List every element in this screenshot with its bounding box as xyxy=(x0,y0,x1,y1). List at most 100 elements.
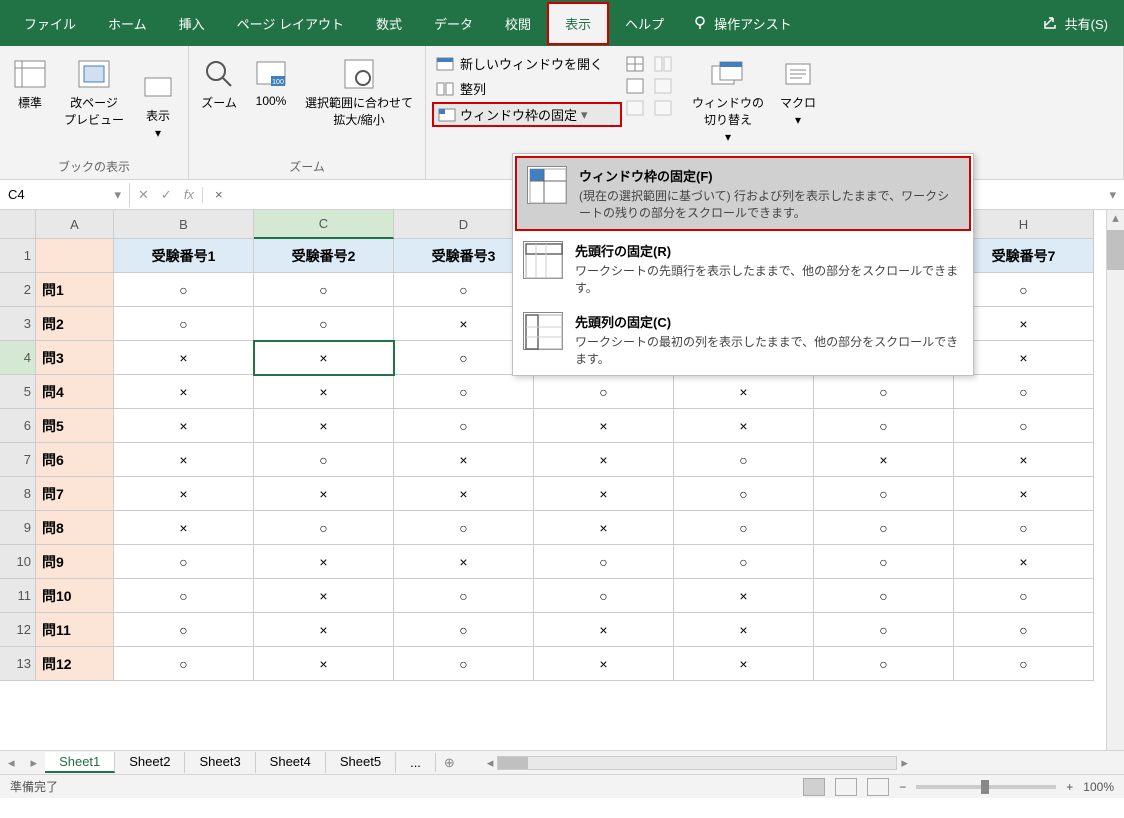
tab-view[interactable]: 表示 xyxy=(547,2,609,45)
share-button[interactable]: 共有(S) xyxy=(1035,6,1116,41)
freeze-panes-option[interactable]: ウィンドウ枠の固定(F) (現在の選択範囲に基づいて) 行および列を表示したまま… xyxy=(515,156,971,231)
sheet-nav-prev[interactable]: ◂ xyxy=(0,755,23,771)
switch-windows-button[interactable]: ウィンドウの 切り替え ▾ xyxy=(686,52,770,148)
column-header[interactable]: C xyxy=(254,210,394,239)
cell[interactable]: × xyxy=(954,545,1094,579)
cell[interactable]: × xyxy=(254,409,394,443)
cell[interactable]: ○ xyxy=(814,511,954,545)
enter-icon[interactable]: ✓ xyxy=(161,187,172,203)
cell[interactable]: ○ xyxy=(814,545,954,579)
row-header[interactable]: 11 xyxy=(0,579,36,613)
cell[interactable]: ○ xyxy=(534,579,674,613)
select-all-corner[interactable] xyxy=(0,210,36,239)
cell[interactable]: ○ xyxy=(114,273,254,307)
row-header[interactable]: 2 xyxy=(0,273,36,307)
cell[interactable]: × xyxy=(534,613,674,647)
sheet-tab[interactable]: Sheet5 xyxy=(326,752,396,773)
tab-review[interactable]: 校閲 xyxy=(489,4,547,43)
cell[interactable]: × xyxy=(534,477,674,511)
cell[interactable]: ○ xyxy=(114,613,254,647)
freeze-top-row-option[interactable]: 先頭行の固定(R) ワークシートの先頭行を表示したままで、他の部分をスクロールで… xyxy=(513,233,973,304)
view-normal-icon[interactable] xyxy=(803,778,825,796)
cell[interactable]: ○ xyxy=(954,511,1094,545)
cell[interactable]: ○ xyxy=(674,477,814,511)
cell[interactable]: × xyxy=(114,341,254,375)
row-header[interactable]: 3 xyxy=(0,307,36,341)
cell[interactable]: ○ xyxy=(954,613,1094,647)
cell[interactable]: ○ xyxy=(954,647,1094,681)
cell[interactable]: × xyxy=(254,341,394,375)
sheet-tab[interactable]: Sheet2 xyxy=(115,752,185,773)
row-label[interactable]: 問9 xyxy=(36,545,114,579)
row-header[interactable]: 1 xyxy=(0,239,36,273)
tab-formulas[interactable]: 数式 xyxy=(360,4,418,43)
reset-pos-icon[interactable] xyxy=(654,100,672,116)
zoom-slider[interactable] xyxy=(916,785,1056,789)
row-header[interactable]: 7 xyxy=(0,443,36,477)
cell[interactable]: ○ xyxy=(394,613,534,647)
cell[interactable]: ○ xyxy=(254,511,394,545)
cell[interactable]: × xyxy=(254,545,394,579)
cell[interactable]: × xyxy=(394,477,534,511)
search-assist[interactable]: 操作アシスト xyxy=(692,14,791,33)
cell[interactable]: × xyxy=(954,341,1094,375)
name-box[interactable]: C4 ▾ xyxy=(0,183,130,207)
cell[interactable]: ○ xyxy=(394,375,534,409)
cell[interactable]: ○ xyxy=(254,273,394,307)
cell[interactable]: × xyxy=(954,307,1094,341)
row-header[interactable]: 5 xyxy=(0,375,36,409)
cell[interactable]: ○ xyxy=(814,375,954,409)
sheet-tab[interactable]: Sheet3 xyxy=(185,752,255,773)
cell[interactable]: × xyxy=(674,409,814,443)
column-title[interactable]: 受験番号2 xyxy=(254,239,394,273)
cell[interactable]: × xyxy=(254,375,394,409)
add-sheet-button[interactable]: ⊕ xyxy=(436,755,463,771)
side-by-side-icon[interactable] xyxy=(654,56,672,72)
sheet-tab[interactable]: Sheet1 xyxy=(45,752,115,773)
column-header[interactable]: B xyxy=(114,210,254,239)
cell[interactable]: ○ xyxy=(954,409,1094,443)
cell[interactable]: × xyxy=(954,443,1094,477)
hide-icon[interactable] xyxy=(626,78,644,94)
cell[interactable]: × xyxy=(674,375,814,409)
cell[interactable]: ○ xyxy=(534,545,674,579)
view-layout-icon[interactable] xyxy=(835,778,857,796)
column-title[interactable]: 受験番号1 xyxy=(114,239,254,273)
cell[interactable]: ○ xyxy=(534,375,674,409)
cell[interactable]: ○ xyxy=(954,273,1094,307)
cell[interactable]: × xyxy=(674,579,814,613)
zoom-out-button[interactable]: − xyxy=(899,780,906,794)
cell[interactable]: × xyxy=(394,443,534,477)
freeze-first-col-option[interactable]: 先頭列の固定(C) ワークシートの最初の列を表示したままで、他の部分をスクロール… xyxy=(513,304,973,375)
hscroll-right[interactable]: ▸ xyxy=(897,755,912,771)
cell[interactable]: ○ xyxy=(114,647,254,681)
row-label[interactable]: 問6 xyxy=(36,443,114,477)
view-show-button[interactable]: 表示 ▾ xyxy=(134,65,182,144)
row-header[interactable]: 8 xyxy=(0,477,36,511)
cell[interactable]: ○ xyxy=(814,613,954,647)
zoom-level[interactable]: 100% xyxy=(1083,780,1114,794)
vertical-scrollbar[interactable]: ▴ xyxy=(1106,210,1124,750)
cell[interactable]: × xyxy=(534,443,674,477)
macro-button[interactable]: マクロ ▾ xyxy=(774,52,822,131)
view-break-icon[interactable] xyxy=(867,778,889,796)
row-label[interactable]: 問12 xyxy=(36,647,114,681)
sync-scroll-icon[interactable] xyxy=(654,78,672,94)
hscroll-left[interactable]: ◂ xyxy=(483,755,498,771)
cell[interactable]: × xyxy=(114,443,254,477)
cell[interactable]: ○ xyxy=(114,545,254,579)
row-label[interactable]: 問2 xyxy=(36,307,114,341)
horizontal-scrollbar[interactable] xyxy=(497,756,897,770)
row-header[interactable]: 9 xyxy=(0,511,36,545)
tab-insert[interactable]: 挿入 xyxy=(163,4,221,43)
cell[interactable]: × xyxy=(534,647,674,681)
tab-help[interactable]: ヘルプ xyxy=(609,4,680,43)
cell[interactable]: × xyxy=(114,477,254,511)
cell[interactable]: ○ xyxy=(114,579,254,613)
cell[interactable]: × xyxy=(674,647,814,681)
row-label[interactable]: 問5 xyxy=(36,409,114,443)
cell[interactable]: × xyxy=(114,409,254,443)
cell[interactable]: × xyxy=(254,477,394,511)
scroll-thumb[interactable] xyxy=(1107,230,1124,270)
cell[interactable]: ○ xyxy=(814,647,954,681)
